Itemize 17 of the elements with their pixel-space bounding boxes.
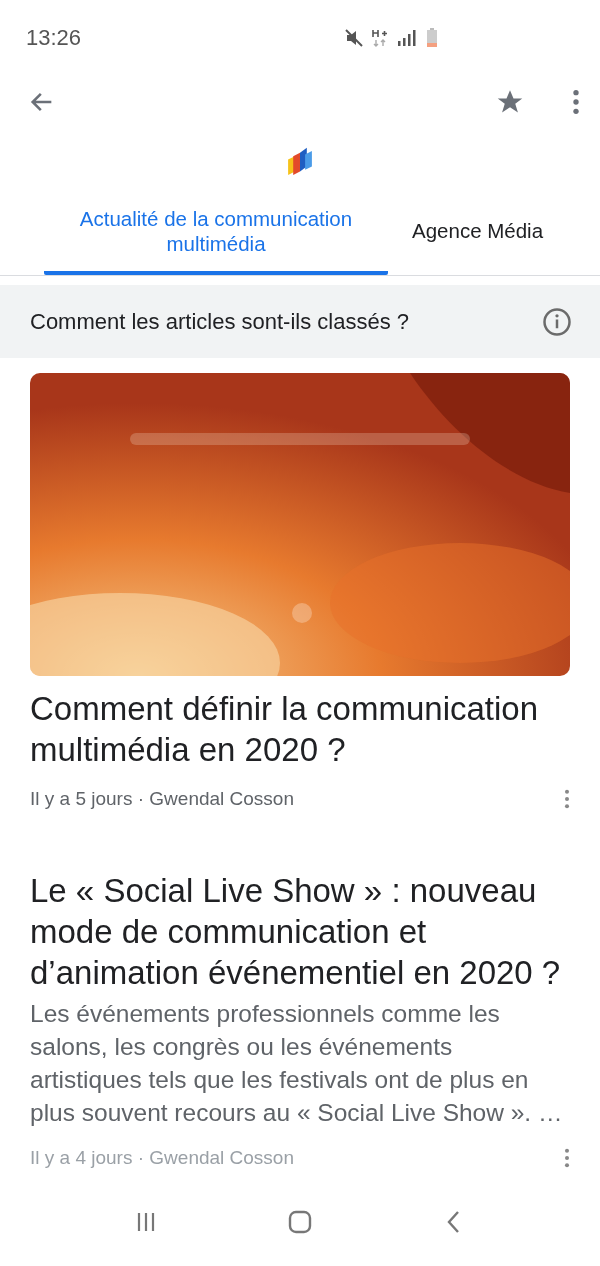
article-meta: Il y a 4 jours · Gwendal Cosson: [30, 1147, 294, 1169]
banner-text: Comment les articles sont-ils classés ?: [30, 308, 410, 335]
mute-icon: [344, 28, 364, 48]
article-meta: Il y a 5 jours · Gwendal Cosson: [30, 788, 294, 810]
more-options-icon[interactable]: [564, 1147, 570, 1169]
article-title[interactable]: Le « Social Live Show » : nouveau mode de communication et d’animation événementiel en 2020 ?: [30, 870, 570, 993]
status-time: 13:26: [26, 25, 83, 51]
article-title[interactable]: Comment définir la communication multimédia en 2020 ?: [30, 688, 570, 770]
mobile-data-icon: [370, 28, 390, 48]
info-icon[interactable]: [542, 306, 572, 337]
more-options-icon[interactable]: [572, 88, 580, 116]
tab[interactable]: Actualité de la communication multimédia: [44, 198, 388, 275]
signal-icon: [396, 28, 416, 48]
more-options-icon[interactable]: [564, 788, 570, 810]
tab[interactable]: Agence Média: [408, 198, 548, 275]
article-snippet: Les événements professionnels comme les salons, les congrès ou les événements artistiques tels que les festivals ont de plus en plus souvent recours au « Social Live Show ». …: [30, 999, 564, 1128]
home-icon[interactable]: [288, 1210, 312, 1234]
